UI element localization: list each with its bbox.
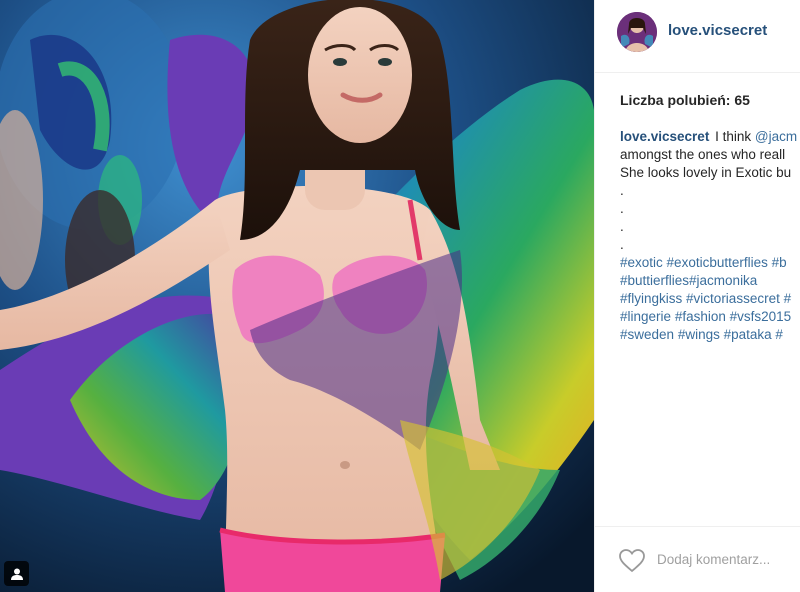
hashtag-link[interactable]: #vsfs2015 <box>730 309 792 324</box>
caption-dot: . <box>620 219 624 234</box>
hashtag-link[interactable]: #exoticbutterflies <box>667 255 768 270</box>
photo-illustration <box>0 0 594 592</box>
hashtag-link[interactable]: #fashion <box>675 309 726 324</box>
hashtag-link[interactable]: #exotic <box>620 255 663 270</box>
caption-line: She looks lovely in Exotic bu <box>620 165 792 180</box>
hashtag-link[interactable]: # <box>775 327 783 342</box>
caption-line: amongst the ones who reall <box>620 147 786 162</box>
caption-mention[interactable]: @jacm <box>755 129 797 144</box>
caption-dot: . <box>620 201 624 216</box>
user-tag-icon[interactable] <box>4 561 29 586</box>
post-photo[interactable] <box>0 0 594 592</box>
caption-dot: . <box>620 237 624 252</box>
user-tag-glyph <box>10 568 23 580</box>
hashtag-line: #flyingkiss #victoriassecret # <box>620 290 800 308</box>
likes-count[interactable]: Liczba polubień: 65 <box>620 92 750 108</box>
hashtag-line: #sweden #wings #pataka # <box>620 326 800 344</box>
instagram-post: love.vicsecret Liczba polubień: 65 love.… <box>0 0 800 592</box>
post-footer: Dodaj komentarz... <box>595 526 800 592</box>
avatar-image <box>617 12 657 52</box>
heart-icon[interactable] <box>619 549 645 573</box>
hashtag-link[interactable]: #flyingkiss <box>620 291 682 306</box>
hashtag-link[interactable]: #victoriassecret <box>686 291 780 306</box>
caption-dot: . <box>620 183 624 198</box>
hashtag-line: #lingerie #fashion #vsfs2015 <box>620 308 800 326</box>
hashtag-link[interactable]: #sweden <box>620 327 674 342</box>
hashtag-link[interactable]: #pataka <box>724 327 772 342</box>
hashtag-link[interactable]: #buttierflies#jacmonika <box>620 273 757 288</box>
post-header: love.vicsecret <box>595 0 800 73</box>
hashtag-link[interactable]: #b <box>772 255 787 270</box>
caption-text: I think <box>715 129 755 144</box>
hashtag-link[interactable]: # <box>784 291 792 306</box>
hashtag-line: #exotic #exoticbutterflies #b <box>620 254 800 272</box>
caption-author[interactable]: love.vicsecret <box>620 129 709 144</box>
comment-input[interactable]: Dodaj komentarz... <box>657 552 770 567</box>
hashtag-link[interactable]: #wings <box>678 327 720 342</box>
hashtag-link[interactable]: #lingerie <box>620 309 671 324</box>
post-caption: love.vicsecret I think @jacm amongst the… <box>620 128 800 344</box>
heart-glyph <box>619 549 645 573</box>
post-username[interactable]: love.vicsecret <box>668 22 767 39</box>
avatar[interactable] <box>617 12 657 52</box>
caption-line: love.vicsecret I think @jacm <box>620 128 800 146</box>
post-sidebar: love.vicsecret Liczba polubień: 65 love.… <box>594 0 800 592</box>
hashtag-line: #buttierflies#jacmonika <box>620 272 800 290</box>
